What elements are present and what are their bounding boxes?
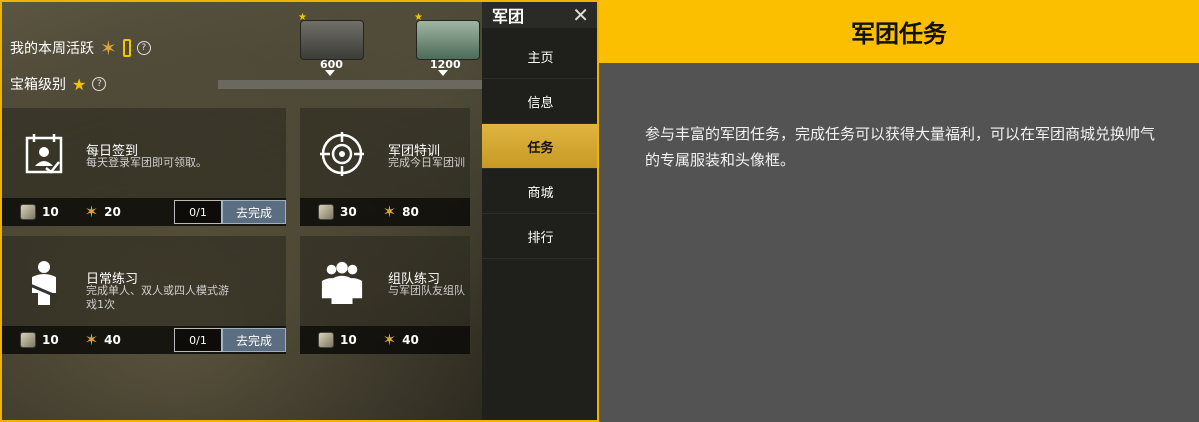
- go-complete-button[interactable]: 去完成: [222, 328, 286, 352]
- chest-marker-icon: [325, 70, 335, 76]
- gold-reward-value: 40: [104, 333, 121, 347]
- task-desc: 完成今日军团训: [388, 156, 465, 169]
- task-desc: 与军团队友组队: [388, 284, 465, 297]
- gold-star-icon: ✶: [382, 202, 397, 221]
- gold-star-icon: ✶: [382, 330, 397, 349]
- target-icon: [320, 130, 364, 178]
- side-menu-item-ranking[interactable]: 排行: [482, 214, 597, 259]
- gold-reward: ✶ 40: [85, 332, 121, 348]
- task-desc: 完成单人、双人或四人模式游 戏1次: [86, 284, 229, 311]
- ammo-reward-value: 10: [340, 333, 357, 347]
- ammo-icon: [318, 204, 334, 220]
- task-rewards: 30 ✶ 80: [300, 198, 470, 226]
- task-card: 军团特训 完成今日军团训 30 ✶ 80: [300, 108, 470, 226]
- ammo-reward-value: 10: [42, 333, 59, 347]
- gold-star-icon: ✶: [84, 202, 99, 221]
- info-panel: 军团任务 参与丰富的军团任务，完成任务可以获得大量福利，可以在军团商城兑换帅气的…: [599, 0, 1199, 422]
- soldier-icon: [22, 258, 66, 306]
- close-icon[interactable]: ✕: [572, 5, 589, 25]
- ammo-icon: [20, 332, 36, 348]
- chest-box[interactable]: [300, 20, 364, 60]
- weekly-activity: 我的本周活跃 ✶ ?: [10, 38, 151, 58]
- help-icon[interactable]: ?: [136, 41, 151, 55]
- task-card: 每日签到 每天登录军团即可领取。 10 ✶ 20 0/1 去完成: [2, 108, 286, 226]
- ammo-icon: [318, 332, 334, 348]
- help-icon[interactable]: ?: [92, 77, 107, 91]
- side-menu-item-tasks[interactable]: 任务: [482, 124, 597, 169]
- task-card: 组队练习 与军团队友组队 10 ✶ 40: [300, 236, 470, 354]
- gold-reward: ✶ 20: [85, 204, 121, 220]
- task-rewards: 10 ✶ 20 0/1 去完成: [2, 198, 286, 226]
- chest-progress-track: [218, 80, 482, 89]
- task-rewards: 10 ✶ 40: [300, 326, 470, 354]
- side-menu-item-info[interactable]: 信息: [482, 79, 597, 124]
- gold-star-icon: ✶: [84, 330, 99, 349]
- side-menu-header: 军团 ✕: [482, 2, 597, 28]
- ammo-reward-value: 10: [42, 205, 59, 219]
- go-complete-button[interactable]: 去完成: [222, 200, 286, 224]
- task-progress: 0/1: [174, 328, 222, 352]
- info-description: 参与丰富的军团任务，完成任务可以获得大量福利，可以在军团商城兑换帅气的专属服装和…: [645, 125, 1156, 169]
- side-menu-item-shop[interactable]: 商城: [482, 169, 597, 214]
- gold-reward: ✶ 80: [383, 204, 419, 220]
- side-menu-title: 军团: [492, 7, 525, 26]
- box-level-label: 宝箱级别: [10, 77, 66, 93]
- ammo-icon: [20, 204, 36, 220]
- chest-marker-icon: [438, 70, 448, 76]
- ammo-reward: 30: [318, 204, 357, 220]
- ammo-reward: 10: [20, 332, 59, 348]
- legion-side-menu: 军团 ✕ 主页 信息 任务 商城 排行: [482, 2, 597, 420]
- box-level: 宝箱级别 ★ ?: [10, 74, 107, 94]
- ammo-reward: 10: [318, 332, 357, 348]
- gold-reward: ✶ 40: [383, 332, 419, 348]
- gold-reward-value: 80: [402, 205, 419, 219]
- side-menu-item-home[interactable]: 主页: [482, 34, 597, 79]
- task-rewards: 10 ✶ 40 0/1 去完成: [2, 326, 286, 354]
- gold-reward-value: 20: [104, 205, 121, 219]
- activity-meter-icon: [122, 39, 131, 57]
- calendar-checkin-icon: [22, 130, 66, 178]
- gold-reward-value: 40: [402, 333, 419, 347]
- ammo-reward: 10: [20, 204, 59, 220]
- activity-badge-icon: ✶: [100, 36, 117, 60]
- weekly-activity-label: 我的本周活跃: [10, 41, 94, 57]
- chest-box[interactable]: [416, 20, 480, 60]
- ammo-reward-value: 30: [340, 205, 357, 219]
- task-card: 日常练习 完成单人、双人或四人模式游 戏1次 10 ✶ 40 0/1 去完成: [2, 236, 286, 354]
- star-icon: ★: [72, 74, 87, 94]
- info-title: 军团任务: [599, 0, 1199, 63]
- task-progress: 0/1: [174, 200, 222, 224]
- game-screen: 我的本周活跃 ✶ ? 宝箱级别 ★ ? ★ 600 ★ 1200 每日签到 每天…: [0, 0, 599, 422]
- task-desc: 每天登录军团即可领取。: [86, 156, 207, 169]
- squad-icon: [320, 258, 364, 306]
